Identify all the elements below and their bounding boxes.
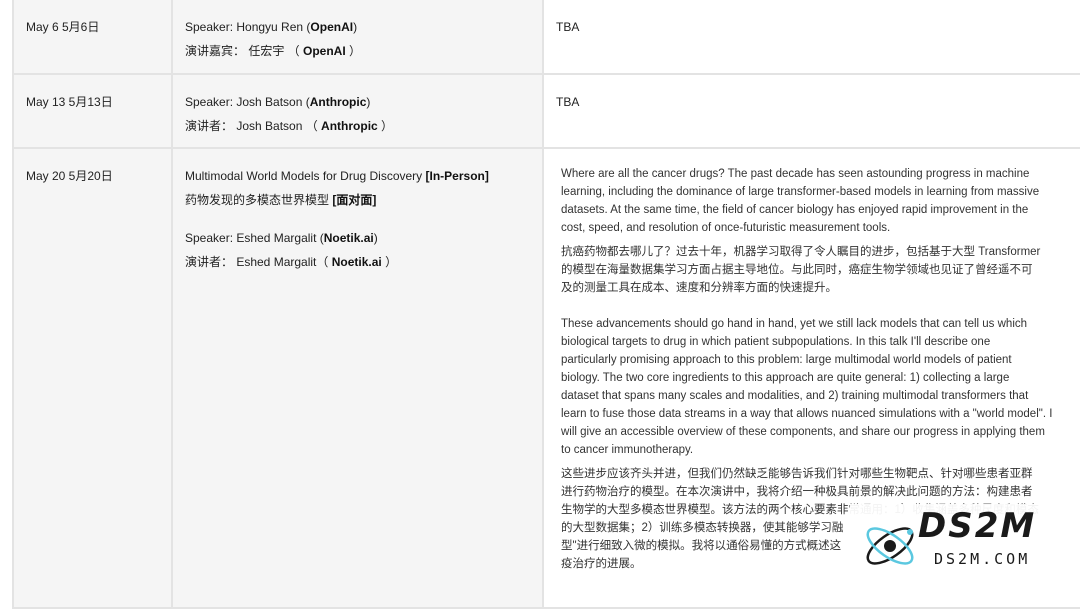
speaker-org-zh: Noetik.ai [331,255,382,269]
speaker-org: Noetik.ai [323,231,374,245]
speaker-zh: 演讲者： Josh Batson （ Anthropic ） [185,119,394,133]
abstract-para-1-en: Where are all the cancer drugs? The past… [561,168,1040,234]
watermark: DS2M DS2M.COM [850,504,1080,586]
abstract-para-2-en: These advancements should go hand in han… [561,318,1053,456]
watermark-url: DS2M.COM [934,550,1031,568]
speaker-org-zh: OpenAI [303,44,346,58]
table-row: May 13 5月13日 Speaker: Josh Batson (Anthr… [12,73,1080,149]
abstract-cell: TBA [542,0,1080,75]
date-cell: May 20 5月20日 [12,147,173,609]
date-cell: May 6 5月6日 [12,0,173,75]
speaker-zh: 演讲嘉宾： 任宏宇 （ OpenAI ） [185,44,362,58]
speaker-en: Speaker: Eshed Margalit (Noetik.ai) [185,231,378,245]
speaker-org: Anthropic [309,95,367,109]
talk-cell: Speaker: Hongyu Ren (OpenAI) 演讲嘉宾： 任宏宇 （… [171,0,544,75]
speaker-en: Speaker: Josh Batson (Anthropic) [185,95,371,109]
date-text: May 6 5月6日 [26,20,100,34]
speaker-zh: 演讲者： Eshed Margalit（ Noetik.ai ） [185,255,398,269]
atom-logo-icon [866,527,914,565]
talk-title-zh: 药物发现的多模态世界模型 [面对面] [185,193,377,207]
date-text: May 13 5月13日 [26,95,113,109]
date-cell: May 13 5月13日 [12,73,173,149]
watermark-brand: DS2M [918,506,1037,546]
abstract-para-1-zh: 抗癌药物都去哪儿了？过去十年，机器学习取得了令人瞩目的进步，包括基于大型 Tra… [561,246,1041,294]
format-tag: [In-Person] [425,169,489,183]
date-text: May 20 5月20日 [26,169,113,183]
talk-cell: Multimodal World Models for Drug Discove… [171,147,544,609]
talk-cell: Speaker: Josh Batson (Anthropic) 演讲者： Jo… [171,73,544,149]
abstract-text: TBA [556,95,580,109]
table-row: May 6 5月6日 Speaker: Hongyu Ren (OpenAI) … [12,0,1080,75]
speaker-org: OpenAI [310,20,354,34]
format-tag-zh: [面对面] [332,193,377,207]
speaker-org-zh: Anthropic [321,119,378,133]
abstract-cell: TBA [542,73,1080,149]
abstract-text: TBA [556,20,580,34]
speaker-en: Speaker: Hongyu Ren (OpenAI) [185,20,358,34]
talk-title-en: Multimodal World Models for Drug Discove… [185,169,489,183]
